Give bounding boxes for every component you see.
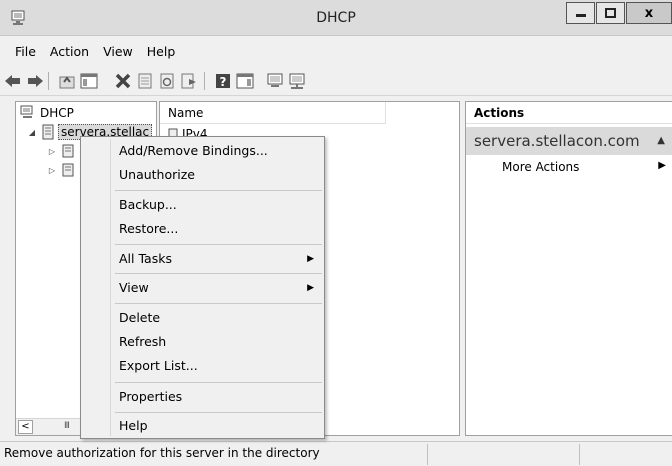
- menu-view[interactable]: View: [96, 44, 140, 59]
- expand-icon[interactable]: ▷: [46, 147, 58, 156]
- actions-header: Actions: [466, 102, 672, 124]
- status-divider: [579, 444, 580, 465]
- menu-action[interactable]: Action: [43, 44, 96, 59]
- submenu-arrow-icon: ▶: [307, 283, 314, 293]
- scrollbar-grip[interactable]: III: [64, 421, 70, 431]
- title-bar: DHCP x: [0, 0, 672, 36]
- scope-icon: [62, 163, 74, 177]
- menu-bar: File Action View Help: [0, 36, 672, 66]
- menu-item-help[interactable]: Help: [83, 415, 322, 437]
- maximize-icon: [605, 8, 616, 18]
- menu-separator: [115, 244, 322, 245]
- tree-item-child[interactable]: ▷: [46, 142, 74, 160]
- column-header-name[interactable]: Name: [160, 102, 386, 124]
- tree-item-child[interactable]: ▷: [46, 161, 74, 179]
- properties-icon[interactable]: [136, 72, 154, 90]
- actions-section-server[interactable]: servera.stellacon.com ▲: [466, 127, 672, 155]
- submenu-arrow-icon: ▶: [307, 254, 314, 264]
- menu-help[interactable]: Help: [140, 44, 183, 59]
- menu-item-all-tasks[interactable]: All Tasks ▶: [83, 248, 322, 270]
- status-text: Remove authorization for this server in …: [4, 446, 320, 460]
- menu-item-backup[interactable]: Backup...: [83, 194, 322, 216]
- menu-item-restore[interactable]: Restore...: [83, 218, 322, 240]
- tree-label-dhcp: DHCP: [40, 106, 74, 120]
- context-menu: Add/Remove Bindings... Unauthorize Backu…: [80, 136, 325, 439]
- menu-item-export-list[interactable]: Export List...: [83, 355, 322, 377]
- delete-icon[interactable]: [114, 72, 132, 90]
- scope-icon: [62, 144, 74, 158]
- menu-file[interactable]: File: [8, 44, 43, 59]
- refresh-icon[interactable]: [158, 72, 176, 90]
- show-hide-tree-icon[interactable]: [80, 72, 98, 90]
- menu-separator: [115, 412, 322, 413]
- collapse-icon[interactable]: ◢: [26, 128, 38, 137]
- submenu-arrow-icon: ▶: [658, 160, 666, 171]
- menu-item-refresh[interactable]: Refresh: [83, 331, 322, 353]
- more-actions-link[interactable]: More Actions: [502, 160, 579, 174]
- dhcp-icon: [20, 105, 33, 118]
- actions-section-label: servera.stellacon.com: [474, 132, 640, 150]
- action-pane-icon[interactable]: [236, 72, 254, 90]
- expand-icon[interactable]: ▷: [46, 166, 58, 175]
- server-icon: [42, 124, 54, 140]
- up-folder-icon[interactable]: [58, 72, 76, 90]
- server-network-icon[interactable]: [288, 72, 306, 90]
- menu-item-view[interactable]: View ▶: [83, 277, 322, 299]
- back-arrow-icon[interactable]: [4, 72, 22, 90]
- menu-item-label: All Tasks: [119, 251, 172, 266]
- minimize-button[interactable]: [566, 2, 595, 24]
- maximize-button[interactable]: [596, 2, 625, 24]
- minimize-icon: [575, 14, 586, 17]
- collapse-up-icon[interactable]: ▲: [657, 127, 665, 155]
- toolbar-separator: [48, 72, 49, 90]
- menu-separator: [115, 382, 322, 383]
- menu-separator: [115, 303, 322, 304]
- close-button[interactable]: x: [626, 2, 672, 24]
- close-icon: x: [644, 5, 654, 21]
- scroll-left-button[interactable]: <: [18, 420, 33, 434]
- menu-item-label: View: [119, 280, 149, 295]
- actions-pane: Actions servera.stellacon.com ▲ More Act…: [465, 101, 672, 436]
- toolbar: ?: [0, 66, 672, 96]
- menu-item-properties[interactable]: Properties: [83, 386, 322, 408]
- toolbar-separator: [204, 72, 205, 90]
- svg-text:?: ?: [220, 75, 227, 89]
- export-list-icon[interactable]: [180, 72, 198, 90]
- status-bar: Remove authorization for this server in …: [0, 441, 672, 466]
- forward-arrow-icon[interactable]: [26, 72, 44, 90]
- status-divider: [427, 444, 428, 465]
- tree-item-dhcp[interactable]: DHCP: [20, 104, 74, 122]
- server-icon[interactable]: [266, 72, 284, 90]
- menu-item-delete[interactable]: Delete: [83, 307, 322, 329]
- menu-separator: [115, 190, 322, 191]
- help-icon[interactable]: ?: [214, 72, 232, 90]
- menu-separator: [115, 273, 322, 274]
- menu-item-unauthorize[interactable]: Unauthorize: [83, 164, 322, 186]
- menu-item-add-remove-bindings[interactable]: Add/Remove Bindings...: [83, 140, 322, 162]
